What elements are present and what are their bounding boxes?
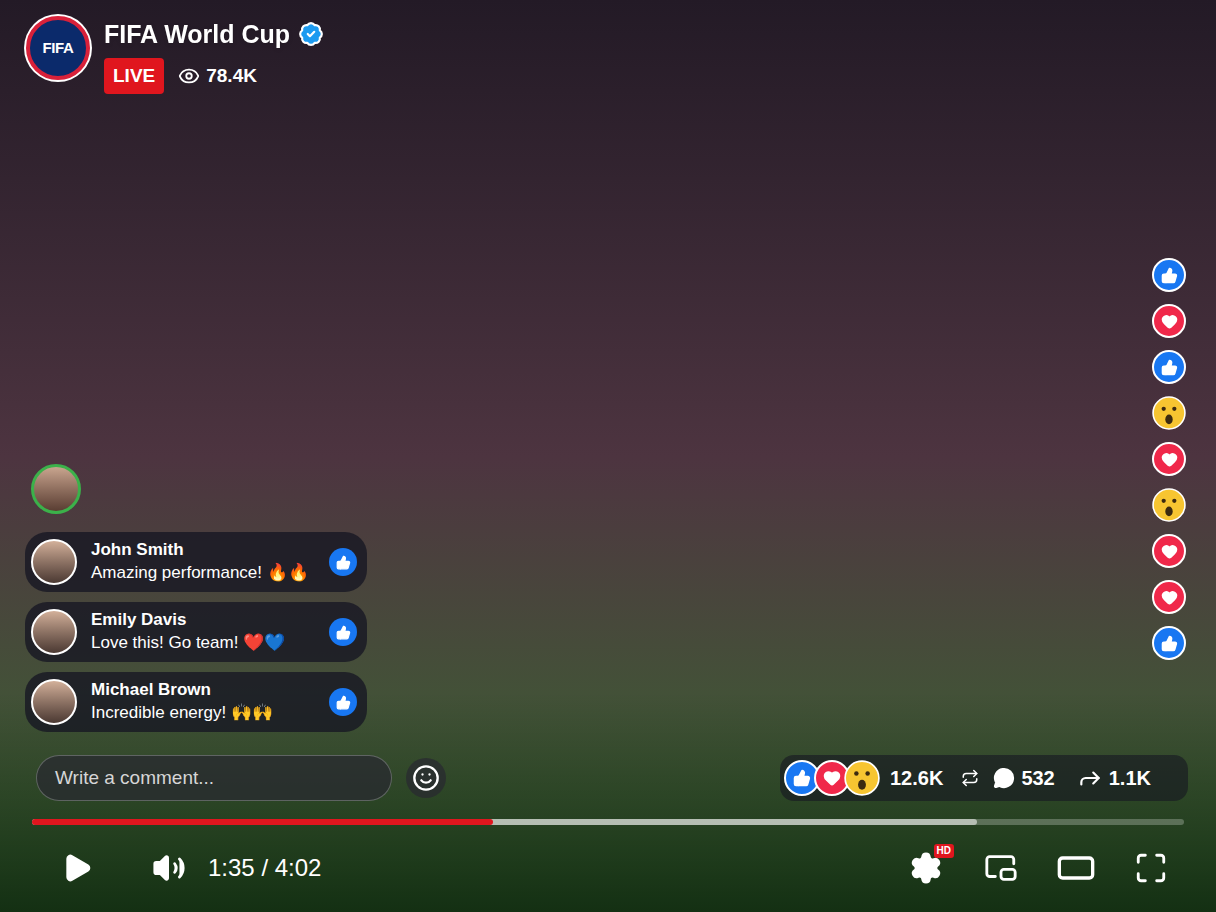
like-icon (336, 695, 351, 710)
comment-text: Amazing performance! 🔥🔥 (91, 561, 315, 585)
progress-fill (32, 819, 493, 825)
smile-icon (412, 764, 440, 792)
live-badge: LIVE (104, 58, 164, 94)
comment-avatar[interactable] (31, 679, 77, 725)
heart-icon (1152, 442, 1186, 476)
miniplayer-icon[interactable] (984, 851, 1018, 885)
comment-count[interactable]: 532 (993, 763, 1054, 793)
heart-icon (1152, 304, 1186, 338)
repost-icon[interactable] (961, 769, 979, 787)
comment-icon (993, 767, 1015, 789)
wow-icon (1152, 396, 1186, 430)
share-icon (1077, 765, 1103, 791)
verified-icon (298, 21, 324, 47)
heart-icon (1152, 580, 1186, 614)
comment-item[interactable]: Michael BrownIncredible energy! 🙌🙌 (25, 672, 367, 732)
channel-name[interactable]: FIFA World Cup (104, 18, 290, 50)
player-controls: 1:35 / 4:02 HD (60, 845, 1168, 891)
wow-icon (1152, 488, 1186, 522)
theater-mode-icon[interactable] (1056, 848, 1096, 888)
play-icon (61, 852, 93, 884)
eye-icon (178, 65, 200, 87)
comment-author[interactable]: Emily Davis (91, 609, 315, 631)
channel-header: FIFA FIFA World Cup LIVE 78.4K (26, 16, 324, 94)
comment-input[interactable]: Write a comment... (36, 755, 392, 801)
time-display: 1:35 / 4:02 (208, 853, 321, 883)
volume-button[interactable] (150, 849, 188, 887)
comment-avatar[interactable] (31, 609, 77, 655)
share-count[interactable]: 1.1K (1077, 763, 1151, 793)
play-button[interactable] (60, 851, 94, 885)
like-icon (336, 625, 351, 640)
wow-icon (844, 760, 880, 796)
comment-like-button[interactable] (329, 618, 357, 646)
viewer-avatar[interactable] (31, 464, 81, 514)
volume-icon (152, 851, 186, 885)
fifa-logo[interactable]: FIFA (26, 16, 90, 80)
reaction-summary[interactable]: 12.6K (784, 760, 943, 796)
hd-badge: HD (934, 844, 954, 858)
comment-avatar[interactable] (31, 539, 77, 585)
like-icon (1152, 626, 1186, 660)
comment-text: Incredible energy! 🙌🙌 (91, 701, 315, 725)
comment-like-button[interactable] (329, 688, 357, 716)
emoji-button[interactable] (406, 758, 446, 798)
comment-text: Love this! Go team! ❤️💙 (91, 631, 315, 655)
comment-item[interactable]: Emily DavisLove this! Go team! ❤️💙 (25, 602, 367, 662)
fullscreen-icon[interactable] (1134, 851, 1168, 885)
like-icon (336, 555, 351, 570)
comment-like-button[interactable] (329, 548, 357, 576)
progress-bar[interactable] (32, 819, 1184, 825)
floating-reactions (1152, 258, 1186, 660)
like-icon (1152, 350, 1186, 384)
settings-button[interactable]: HD (906, 848, 946, 888)
comment-item[interactable]: John SmithAmazing performance! 🔥🔥 (25, 532, 367, 592)
live-video-player[interactable]: FIFA FIFA World Cup LIVE 78.4K John SmithAma… (0, 0, 1216, 912)
comment-author[interactable]: John Smith (91, 539, 315, 561)
comment-author[interactable]: Michael Brown (91, 679, 315, 701)
viewer-count: 78.4K (178, 62, 257, 91)
heart-icon (1152, 534, 1186, 568)
stats-bar: 12.6K 532 1.1K (780, 755, 1188, 801)
comment-list: John SmithAmazing performance! 🔥🔥 Emily D… (25, 532, 367, 732)
like-icon (1152, 258, 1186, 292)
